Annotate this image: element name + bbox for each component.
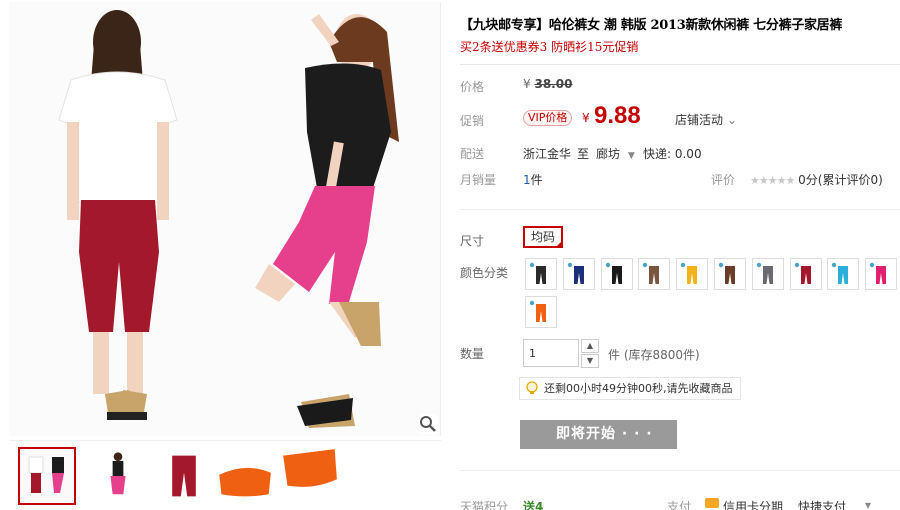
caret-down-icon: ▼ <box>627 151 635 161</box>
pants-thumbnail <box>832 262 849 284</box>
pay-label: 支付 <box>667 500 692 510</box>
size-label: 尺寸 <box>460 234 485 248</box>
expand-chevron-icon[interactable]: ▾ <box>865 498 871 510</box>
color-swatch-3[interactable] <box>600 258 633 290</box>
product-photo <box>9 2 440 436</box>
shipping-label: 配送 <box>460 147 485 161</box>
destination-city: 廊坊 <box>596 147 621 161</box>
divider <box>460 209 900 210</box>
monthly-sales-label: 月销量 <box>460 173 497 187</box>
quantity-increment[interactable]: ▲ <box>581 339 599 353</box>
vip-badge: VIP价格 <box>523 110 573 126</box>
selected-check-icon <box>555 240 564 248</box>
quantity-input[interactable] <box>523 339 579 367</box>
color-swatch-1[interactable] <box>525 258 557 290</box>
size-option-label: 均码 <box>531 230 556 244</box>
points-value: 送4 <box>523 498 543 510</box>
promo-price: 9.88 <box>594 102 641 129</box>
pants-thumbnail <box>567 262 584 284</box>
quantity-stock: 件 (库存8800件) <box>608 348 700 362</box>
divider <box>460 64 900 65</box>
shipping-from: 浙江金华 <box>523 147 572 161</box>
orig-price-value: 38.00 <box>534 77 573 91</box>
quick-pay-link[interactable]: 快捷支付 <box>798 498 846 510</box>
orig-currency: ¥ <box>523 77 531 91</box>
color-swatch-11[interactable] <box>525 296 557 328</box>
pants-thumbnail <box>718 262 735 284</box>
color-swatch-4[interactable] <box>638 258 671 290</box>
orig-price: ¥ 38.00 <box>523 77 572 91</box>
color-swatch-8[interactable] <box>789 258 822 290</box>
divider <box>460 470 900 471</box>
shipping-destination-select[interactable]: 廊坊 ▼ <box>596 145 635 162</box>
promo-label: 促销 <box>460 114 485 128</box>
monthly-sales: 1件 <box>523 171 543 188</box>
promo-price-area: 促销 VIP价格 ¥ 9.88 店铺活动 ⌄ <box>460 96 900 140</box>
points-value-text: 送4 <box>523 500 544 510</box>
bottom-info-row: 天猫积分 送4 支付 信用卡分期 快捷支付 ▾ <box>460 486 900 510</box>
countdown-tip: 还剩00小时49分钟00秒,请先收藏商品 <box>519 377 741 400</box>
color-swatch-10[interactable] <box>865 258 898 290</box>
pants-thumbnail <box>529 262 546 284</box>
thumbnail-1[interactable] <box>18 447 76 505</box>
product-info-panel: 【九块邮专享】哈伦裤女 潮 韩版 2013新款休闲裤 七分裤子家居裤 买2条送优… <box>460 0 900 510</box>
color-swatch-5[interactable] <box>676 258 709 290</box>
rating[interactable]: ★★★★★ 0分(累计评价0) <box>750 171 883 188</box>
size-option-selected[interactable]: 均码 <box>523 226 564 248</box>
pants-thumbnail <box>680 262 698 284</box>
quantity-decrement[interactable]: ▼ <box>581 354 599 368</box>
sales-count: 1 <box>523 173 531 187</box>
pants-thumbnail <box>643 262 660 284</box>
rating-text: 0分(累计评价0) <box>798 173 883 187</box>
promo-subtitle: 买2条送优惠券3 防晒衫15元促销 <box>460 40 639 54</box>
sales-unit: 件 <box>530 173 543 187</box>
currency-symbol: ¥ <box>582 111 590 125</box>
thumbnail-strip <box>9 440 441 510</box>
pants-thumbnail <box>605 262 622 284</box>
thumbnail-2[interactable] <box>89 447 147 505</box>
shop-activity-dropdown[interactable]: 店铺活动 ⌄ <box>675 111 737 128</box>
quantity-label: 数量 <box>460 347 485 361</box>
main-product-image[interactable] <box>9 2 441 436</box>
color-swatch-9[interactable] <box>827 258 860 290</box>
shipping-to-word: 至 <box>577 147 590 161</box>
countdown-text: 还剩00小时49分钟00秒,请先收藏商品 <box>544 382 733 395</box>
product-title: 【九块邮专享】哈伦裤女 潮 韩版 2013新款休闲裤 七分裤子家居裤 <box>460 18 843 33</box>
color-swatch-6[interactable] <box>714 258 746 290</box>
pants-thumbnail <box>869 262 887 284</box>
thumbnail-4[interactable] <box>215 447 273 505</box>
orig-price-label: 价格 <box>460 80 485 94</box>
pants-thumbnail <box>756 262 773 284</box>
color-swatch-2[interactable] <box>562 258 595 290</box>
points-label: 天猫积分 <box>460 500 509 510</box>
pants-thumbnail <box>794 262 811 284</box>
magnifier-icon[interactable] <box>418 414 438 434</box>
credit-card-icon <box>705 498 719 508</box>
express-fee: 快递: 0.00 <box>643 147 702 161</box>
color-label: 颜色分类 <box>460 266 509 280</box>
rating-stars: ★★★★★ <box>750 174 795 187</box>
lightbulb-icon <box>525 381 539 396</box>
thumbnail-5[interactable] <box>281 447 339 505</box>
credit-installment-link[interactable]: 信用卡分期 <box>723 498 783 510</box>
chevron-down-icon: ⌄ <box>726 113 737 127</box>
buy-now-button[interactable]: 即将开始 · · · <box>520 420 677 449</box>
review-label: 评价 <box>711 173 736 187</box>
color-swatch-7[interactable] <box>751 258 784 290</box>
pants-thumbnail <box>529 300 546 322</box>
shop-activity-label: 店铺活动 <box>675 113 724 127</box>
thumbnail-3[interactable] <box>155 447 213 505</box>
